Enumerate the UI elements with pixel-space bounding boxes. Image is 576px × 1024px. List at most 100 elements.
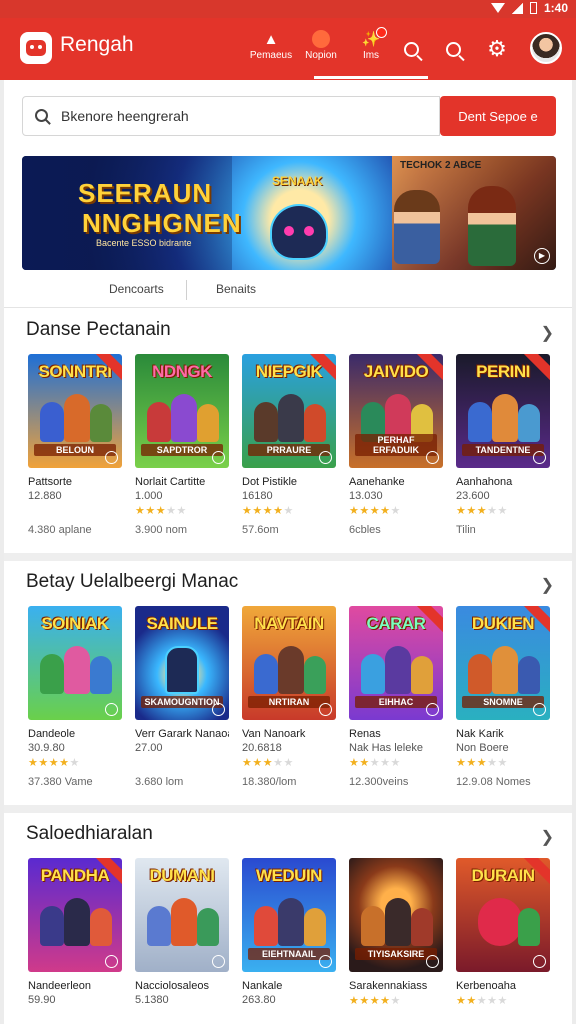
game-name: Nandeerleon [28, 980, 91, 992]
wifi-icon [490, 3, 505, 13]
game-card[interactable]: PANDHA Nandeerleon 59.90 [28, 858, 122, 1022]
status-icons: 1:40 [490, 1, 568, 15]
play-icon [105, 955, 118, 968]
star-rating: ★★★★★ [456, 995, 508, 1007]
tab-ims[interactable]: ✨ Ims [314, 27, 428, 79]
status-time: 1:40 [543, 1, 568, 15]
game-name: Renas [349, 728, 381, 740]
game-card[interactable]: WEDUIN EIEHTNAAIL Nankale 263.80 [242, 858, 336, 1022]
star-rating: ★★★★★ [349, 757, 401, 769]
game-section: Betay Uelalbeergi Manac ❯ SOINIAK Dandeo… [4, 561, 572, 813]
game-meta: 59.90 [28, 994, 56, 1006]
game-card[interactable]: DUMANI Nacciolosaleos 5.1380 [135, 858, 229, 1022]
hero-character-icon [394, 190, 440, 264]
game-name: Norlait Cartitte [135, 476, 206, 488]
game-card[interactable]: NAVTAIN NRTIRAN Van Nanoark 20.6818 ★★★★… [242, 606, 336, 788]
game-name: Verr Garark Nanaoan konn [135, 728, 229, 740]
game-thumbnail: PERINI TANDENTNE [456, 354, 550, 468]
search-input[interactable] [61, 106, 431, 126]
game-meta: 1.000 [135, 490, 163, 502]
chevron-right-icon[interactable]: ❯ [541, 827, 554, 847]
game-thumbnail: SONNTRI BELOUN [28, 354, 122, 468]
search-row: Dent Sepoe e [22, 96, 556, 136]
tab-label: Nopion [305, 50, 337, 61]
game-thumbnail: NIEPGIK PRRAURE [242, 354, 336, 468]
game-name: Van Nanoark [242, 728, 306, 740]
play-icon [319, 703, 332, 716]
play-icon[interactable]: ▶ [534, 248, 550, 264]
game-thumbnail: WEDUIN EIEHTNAAIL [242, 858, 336, 972]
star-rating: ★★★★★ [456, 505, 508, 517]
game-extra: 12.9.08 Nomes [456, 776, 531, 788]
game-name: Dandeole [28, 728, 76, 740]
game-card[interactable]: JAIVIDO PERHAF ERFADUIK Aanehanke 13.030… [349, 354, 443, 536]
cell-signal-icon [511, 2, 523, 14]
discover-icon[interactable] [398, 36, 424, 62]
game-meta: Nak Has leleke [349, 742, 423, 754]
game-name: Nankale [242, 980, 283, 992]
game-meta: 20.6818 [242, 742, 282, 754]
game-thumbnail: NDNGK SAPDTROR [135, 354, 229, 468]
chevron-right-icon[interactable]: ❯ [541, 323, 554, 343]
star-rating [242, 1008, 336, 1022]
tab-label: Ims [362, 50, 380, 61]
game-card[interactable]: SOINIAK Dandeole 30.9.80 ★★★★★ 37.380 Va… [28, 606, 122, 788]
banner-title-line2: NNGHGNEN [82, 208, 242, 238]
game-name: Kerbenoaha [456, 980, 516, 992]
play-icon [212, 451, 225, 464]
play-icon [426, 451, 439, 464]
play-icon [426, 703, 439, 716]
game-section: Danse Pectanain ❯ SONNTRI BELOUN Pattsor… [4, 309, 572, 561]
game-extra: Tilin [456, 524, 476, 536]
game-card[interactable]: SONNTRI BELOUN Pattsorte 12.880 4.380 ap… [28, 354, 122, 536]
game-extra: 18.380/lom [242, 776, 297, 788]
game-card[interactable]: DURAIN Kerbenoaha ★★★★★ [456, 858, 550, 1008]
game-thumbnail: JAIVIDO PERHAF ERFADUIK [349, 354, 443, 468]
avatar[interactable] [530, 32, 562, 64]
ball-icon [312, 28, 330, 50]
section-title: Saloedhiaralan [26, 823, 153, 844]
star-rating: ★★★★★ [135, 505, 187, 517]
sub-tab-dencoarts[interactable]: Dencoarts [109, 282, 164, 296]
star-rating: ★★★★★ [349, 505, 401, 517]
game-thumbnail: NAVTAIN NRTIRAN [242, 606, 336, 720]
featured-banner[interactable]: SEERAUN NNGHGNEN Bacente ESSO bidrante S… [22, 156, 556, 270]
play-icon [533, 703, 546, 716]
play-icon [533, 955, 546, 968]
game-meta: 13.030 [349, 490, 383, 502]
sub-tab-benaits[interactable]: Benaits [216, 282, 256, 296]
status-bar: 1:40 [0, 0, 576, 18]
app-title: Rengah [60, 33, 134, 56]
game-card[interactable]: CARAR EIHHAC Renas Nak Has leleke ★★★★★ … [349, 606, 443, 788]
game-card[interactable]: TIYISAKSIRE Sarakennakiass ★★★★★ [349, 858, 443, 1008]
game-extra: 3.680 lom [135, 776, 184, 788]
search-icon[interactable] [440, 36, 466, 62]
game-meta: 27.00 [135, 742, 163, 754]
star-rating [28, 504, 122, 518]
game-card[interactable]: NDNGK SAPDTROR Norlait Cartitte 1.000 ★★… [135, 354, 229, 536]
star-rating [28, 1008, 122, 1022]
play-icon [319, 451, 332, 464]
play-icon [212, 955, 225, 968]
gear-icon[interactable]: ⚙ [484, 36, 510, 62]
star-rating: ★★★★★ [28, 757, 80, 769]
section-title: Betay Uelalbeergi Manac [26, 571, 239, 592]
game-meta: 23.600 [456, 490, 490, 502]
game-name: Nak Karik [456, 728, 504, 740]
game-card[interactable]: DUKIEN SNOMNE Nak Karik Non Boere ★★★★★ … [456, 606, 550, 788]
play-icon [319, 955, 332, 968]
game-card[interactable]: SAINULE SKAMOUGNTION Verr Garark Nanaoan… [135, 606, 229, 788]
game-card[interactable]: PERINI TANDENTNE Aanhahona 23.600 ★★★★★ … [456, 354, 550, 536]
divider [186, 280, 187, 300]
game-card[interactable]: NIEPGIK PRRAURE Dot Pistikle 16180 ★★★★★… [242, 354, 336, 536]
section-title: Danse Pectanain [26, 319, 171, 340]
game-meta: 5.1380 [135, 994, 169, 1006]
game-extra: 57.6om [242, 524, 279, 536]
search-box[interactable] [22, 96, 440, 136]
star-rating [135, 1008, 229, 1022]
chevron-right-icon[interactable]: ❯ [541, 575, 554, 595]
game-name: Dot Pistikle [242, 476, 298, 488]
play-icon [212, 703, 225, 716]
search-button[interactable]: Dent Sepoe e [440, 96, 556, 136]
app-logo-icon[interactable] [20, 32, 52, 64]
